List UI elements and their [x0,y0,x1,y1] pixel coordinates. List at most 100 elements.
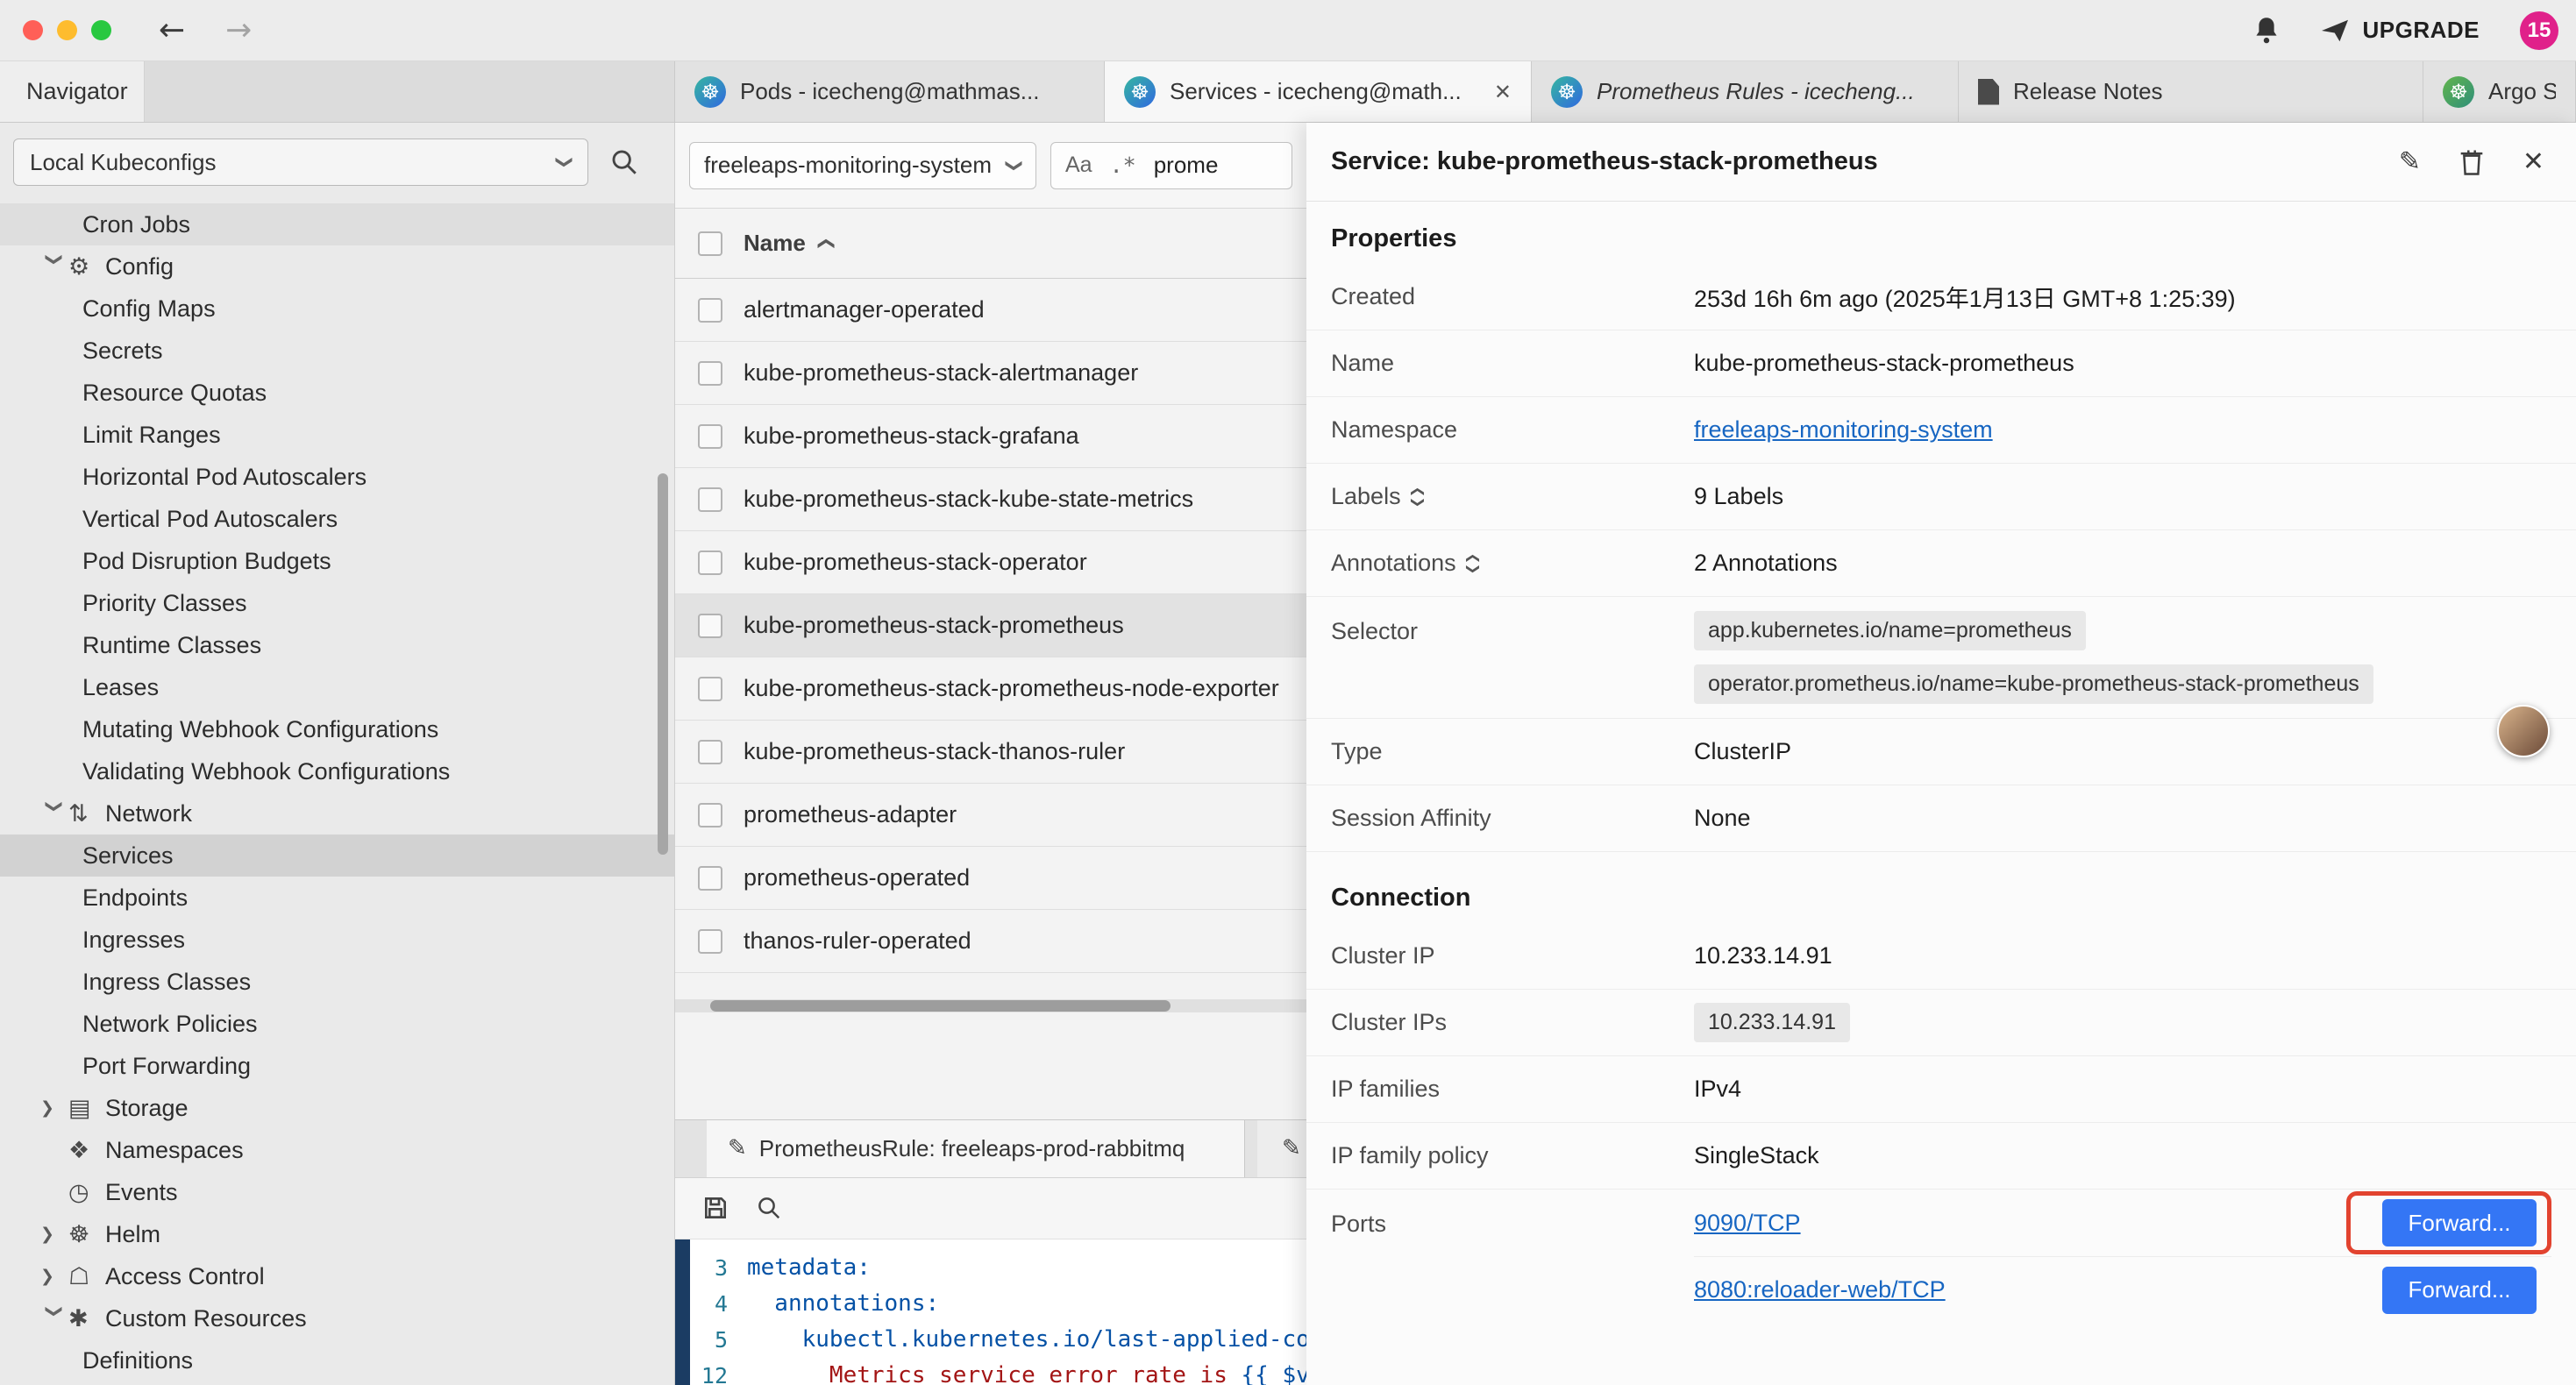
row-checkbox[interactable] [698,487,722,512]
select-all-checkbox[interactable] [698,231,722,256]
table-row[interactable]: kube-prometheus-stack-kube-state-metrics [675,468,1306,531]
close-button[interactable] [23,20,43,40]
row-checkbox[interactable] [698,803,722,827]
app-window: ← → UPGRADE 15 Navigator ☸ Pods - iceche… [0,0,2576,1385]
forward-button[interactable]: Forward... [2382,1199,2537,1246]
tab-argo[interactable]: ☸ Argo S [2423,61,2576,122]
sidebar-item-access-control[interactable]: ❯ ☖ Access Control [0,1255,674,1297]
expand-collapse-icon[interactable]: ❯❯ [1467,553,1478,574]
table-row[interactable]: kube-prometheus-stack-operator [675,531,1306,594]
chevron-down-icon: ❯ [555,155,574,169]
sidebar-item-config[interactable]: ❯ ⚙ Config [0,245,674,288]
save-icon[interactable] [701,1194,729,1222]
sidebar-item-validating-webhook-configurations[interactable]: Validating Webhook Configurations [0,750,674,792]
minimize-button[interactable] [57,20,77,40]
port-link[interactable]: 8080:reloader-web/TCP [1694,1276,1946,1303]
tab-prometheus-rules[interactable]: ☸ Prometheus Rules - icecheng... [1532,61,1959,122]
match-case-toggle[interactable]: Aa [1065,153,1092,178]
upgrade-label: UPGRADE [2362,17,2480,44]
port-link[interactable]: 9090/TCP [1694,1210,1801,1237]
close-tab-icon[interactable]: ✕ [1494,80,1512,104]
sidebar-item-ingresses[interactable]: Ingresses [0,919,674,961]
table-row[interactable]: kube-prometheus-stack-prometheus-node-ex… [675,657,1306,721]
sidebar-item-resource-quotas[interactable]: Resource Quotas [0,372,674,414]
sidebar-item-port-forwarding[interactable]: Port Forwarding [0,1045,674,1087]
custom-resources-icon: ✱ [68,1305,105,1332]
regex-toggle[interactable]: .* [1110,153,1136,178]
zoom-button[interactable] [91,20,111,40]
shield-icon: ☖ [68,1263,105,1290]
delete-trash-icon[interactable] [2459,148,2484,176]
sidebar-item-custom-resources[interactable]: ❯ ✱ Custom Resources [0,1297,674,1339]
table-header[interactable]: Name ❯ [675,209,1306,279]
row-checkbox[interactable] [698,614,722,638]
sidebar-item-events[interactable]: ◷ Events [0,1171,674,1213]
row-checkbox[interactable] [698,550,722,575]
namespace-link[interactable]: freeleaps-monitoring-system [1694,416,1993,444]
row-checkbox[interactable] [698,929,722,954]
back-icon[interactable]: ← [159,12,185,48]
sidebar-item-pod-disruption-budgets[interactable]: Pod Disruption Budgets [0,540,674,582]
sidebar-item-vertical-pod-autoscalers[interactable]: Vertical Pod Autoscalers [0,498,674,540]
row-checkbox[interactable] [698,740,722,764]
sidebar-item-ingress-classes[interactable]: Ingress Classes [0,961,674,1003]
sidebar-item-priority-classes[interactable]: Priority Classes [0,582,674,624]
row-checkbox[interactable] [698,866,722,891]
table-row[interactable]: kube-prometheus-stack-thanos-ruler [675,721,1306,784]
yaml-editor[interactable]: 3metadata: 4 annotations: 5 kubectl.kube… [675,1239,1306,1385]
horizontal-scrollbar-thumb[interactable] [710,1000,1171,1012]
table-row[interactable]: kube-prometheus-stack-grafana [675,405,1306,468]
close-drawer-icon[interactable]: ✕ [2523,146,2544,177]
sidebar-item-definitions[interactable]: Definitions [0,1339,674,1381]
detail-row-cluster-ip: Cluster IP 10.233.14.91 [1306,923,2576,990]
sidebar-item-namespaces[interactable]: ❖ Namespaces [0,1129,674,1171]
sidebar-item-network-policies[interactable]: Network Policies [0,1003,674,1045]
sidebar-item-endpoints[interactable]: Endpoints [0,877,674,919]
sidebar-item-network[interactable]: ❯ ⇅ Network [0,792,674,835]
table-row[interactable]: kube-prometheus-stack-alertmanager [675,342,1306,405]
edit-pencil-icon[interactable]: ✎ [2399,146,2421,177]
tab-release-notes[interactable]: Release Notes [1959,61,2423,122]
sidebar-item-horizontal-pod-autoscalers[interactable]: Horizontal Pod Autoscalers [0,456,674,498]
table-row[interactable]: prometheus-operated [675,847,1306,910]
upgrade-button[interactable]: UPGRADE [2320,17,2480,44]
table-row[interactable]: alertmanager-operated [675,279,1306,342]
row-checkbox[interactable] [698,361,722,386]
dock-tab-next[interactable]: ✎ [1257,1120,1306,1177]
sidebar-item-services[interactable]: Services [0,835,674,877]
table-row-selected[interactable]: kube-prometheus-stack-prometheus [675,594,1306,657]
search-icon[interactable] [609,147,639,177]
row-checkbox[interactable] [698,298,722,323]
sidebar-item-cron-jobs[interactable]: Cron Jobs [0,203,674,245]
expand-collapse-icon[interactable]: ❯❯ [1412,487,1423,508]
tab-pods[interactable]: ☸ Pods - icecheng@mathmas... [675,61,1105,122]
upgrade-icon [2320,18,2350,44]
edit-pencil-icon: ✎ [728,1135,747,1161]
namespace-select[interactable]: freeleaps-monitoring-system ❯ [689,142,1036,189]
tab-services[interactable]: ☸ Services - icecheng@math... ✕ [1105,61,1532,122]
sidebar-item-runtime-classes[interactable]: Runtime Classes [0,624,674,666]
sidebar-item-secrets[interactable]: Secrets [0,330,674,372]
search-input[interactable] [1154,152,1277,179]
sidebar-item-config-maps[interactable]: Config Maps [0,288,674,330]
table-row[interactable]: thanos-ruler-operated [675,910,1306,973]
editor-search-icon[interactable] [756,1195,782,1221]
row-checkbox[interactable] [698,424,722,449]
sidebar-item-helm[interactable]: ❯ ☸ Helm [0,1213,674,1255]
notification-count-badge[interactable]: 15 [2520,11,2558,50]
dock-tab-prometheusrule[interactable]: ✎ PrometheusRule: freeleaps-prod-rabbitm… [707,1120,1245,1177]
sidebar-item-leases[interactable]: Leases [0,666,674,708]
row-checkbox[interactable] [698,677,722,701]
forward-button[interactable]: Forward... [2382,1267,2537,1314]
sidebar-item-limit-ranges[interactable]: Limit Ranges [0,414,674,456]
forward-icon[interactable]: → [225,12,252,48]
detail-row-created: Created 253d 16h 6m ago (2025年1月13日 GMT+… [1306,264,2576,330]
table-row[interactable]: prometheus-adapter [675,784,1306,847]
sidebar-item-storage[interactable]: ❯ ▤ Storage [0,1087,674,1129]
avatar[interactable] [2497,705,2550,757]
sidebar-scrollbar[interactable] [658,473,668,855]
sidebar-item-mutating-webhook-configurations[interactable]: Mutating Webhook Configurations [0,708,674,750]
kubeconfig-select[interactable]: Local Kubeconfigs ❯ [13,138,588,186]
sort-ascending-icon: ❯ [815,237,835,251]
notifications-bell-icon[interactable] [2253,17,2280,45]
